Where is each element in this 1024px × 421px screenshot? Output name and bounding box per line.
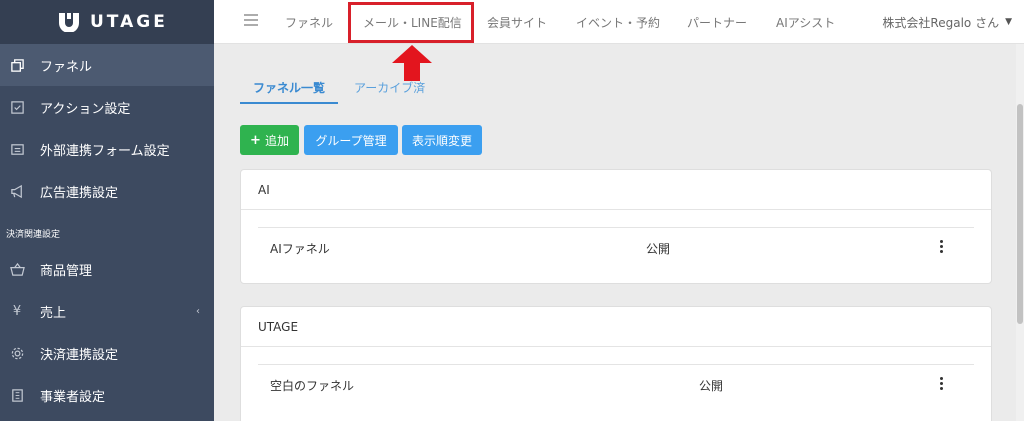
sidebar-item-label: 外部連携フォーム設定 [40,143,170,159]
logo[interactable]: UTAGE [0,0,214,44]
scrollbar[interactable] [1016,44,1024,421]
sidebar-item-label: 決済連携設定 [40,347,119,363]
funnel-group-card: UTAGE 空白のファネル 公開 [240,306,992,421]
checkbox-icon [8,98,26,116]
sidebar-item-label: アクション設定 [40,101,131,117]
sidebar-section-head: 決済関連設定 [6,229,61,240]
highlight-box [348,2,474,43]
group-title: UTAGE [241,307,991,347]
user-name: 株式会社Regalo さん [882,15,1000,30]
funnel-name[interactable]: 空白のファネル [270,377,354,394]
sidebar-item-business-settings[interactable]: 事業者設定 [0,374,214,416]
top-navbar: ファネル メール・LINE配信 会員サイト イベント・予約 パートナー AIアシ… [214,0,1024,44]
table-row[interactable]: AIファネル 公開 [258,227,974,267]
user-menu[interactable]: 株式会社Regalo さん ▼ [882,0,1012,44]
sidebar-item-label: 広告連携設定 [40,185,119,201]
tab-archived[interactable]: アーカイブ済 [341,76,438,104]
chevron-left-icon: ‹ [196,305,200,317]
topnav-member-site[interactable]: 会員サイト [487,0,547,44]
funnel-status: 公開 [699,379,724,393]
sidebar-item-external-form[interactable]: 外部連携フォーム設定 [0,128,214,170]
sidebar-item-ad-settings[interactable]: 広告連携設定 [0,170,214,212]
topnav-event-reservation[interactable]: イベント・予約 [576,0,660,44]
sidebar-item-label: ファネル [40,59,93,75]
sidebar-item-funnel[interactable]: ファネル [0,44,214,86]
group-manage-button[interactable]: グループ管理 [304,125,398,155]
funnel-name[interactable]: AIファネル [270,240,330,257]
kebab-menu-icon[interactable] [940,240,944,254]
topnav-partner[interactable]: パートナー [687,0,747,44]
scrollbar-thumb[interactable] [1017,104,1023,324]
group-title: AI [241,170,991,210]
caret-down-icon: ▼ [1005,17,1012,27]
logo-text: UTAGE [90,12,168,32]
topnav-ai-assist[interactable]: AIアシスト [776,0,835,44]
hamburger-menu-icon[interactable] [244,13,258,27]
sidebar-item-action-settings[interactable]: アクション設定 [0,86,214,128]
topnav-funnel[interactable]: ファネル [285,0,333,44]
form-icon [8,140,26,158]
add-button[interactable]: + 追加 [240,125,299,155]
gear-icon [8,344,26,362]
sidebar-item-label: 事業者設定 [40,389,106,405]
sidebar-item-label: 売上 [40,305,67,321]
megaphone-icon [8,182,26,200]
table-row[interactable]: 空白のファネル 公開 [258,364,974,404]
funnel-status: 公開 [646,242,671,256]
plus-icon: + [250,132,261,148]
tab-funnel-list[interactable]: ファネル一覧 [240,76,339,104]
kebab-menu-icon[interactable] [940,377,944,391]
sidebar-item-products[interactable]: 商品管理 [0,248,214,290]
basket-icon [8,260,26,278]
building-icon [8,386,26,404]
utage-logo-icon [59,13,79,32]
sidebar-item-sales[interactable]: ¥ 売上 ‹ [0,290,214,332]
add-button-label: 追加 [264,133,289,148]
funnel-icon [8,56,26,74]
sidebar-item-label: 商品管理 [40,263,93,279]
sidebar: UTAGE ファネル アクション設定 外部連携フォーム設定 広告連携設定 決済関… [0,0,214,421]
sidebar-item-payment-settings[interactable]: 決済連携設定 [0,332,214,374]
funnel-group-card: AI AIファネル 公開 [240,169,992,284]
display-order-button[interactable]: 表示順変更 [402,125,482,155]
yen-icon: ¥ [12,303,22,319]
